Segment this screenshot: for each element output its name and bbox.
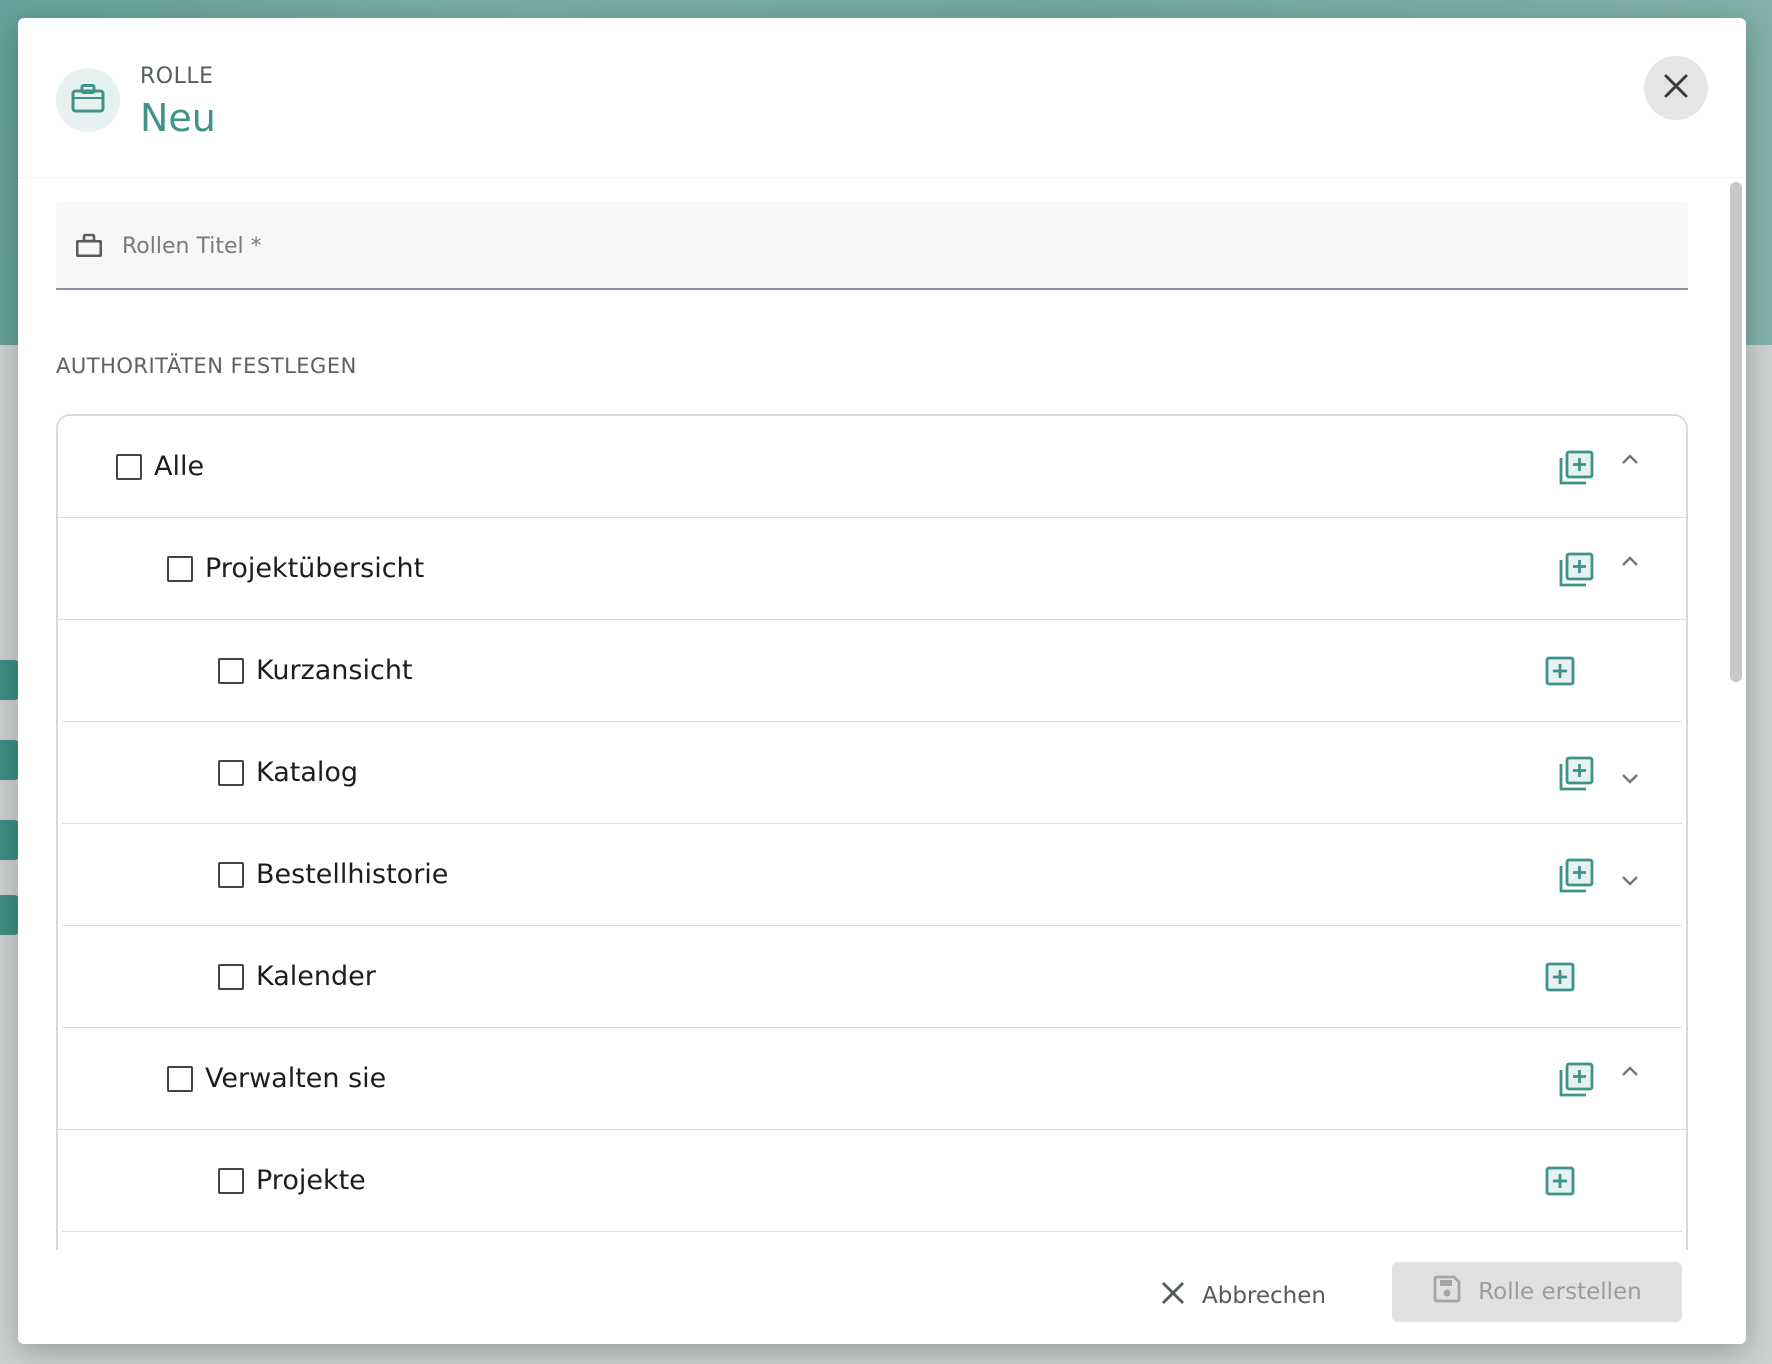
tree-row-label: Verwalten sie: [205, 1063, 387, 1094]
scrollbar-thumb[interactable]: [1730, 182, 1742, 682]
tree-row-verwalten-sie[interactable]: Verwalten sie: [58, 1028, 1686, 1130]
role-dialog: ROLLE Neu AUTHORITÄTEN FESTLEGEN: [18, 18, 1746, 1344]
close-icon: [1160, 1280, 1186, 1312]
add-box-icon[interactable]: [1545, 656, 1575, 690]
checkbox-kalender[interactable]: [218, 963, 244, 990]
tree-row-alle[interactable]: Alle: [58, 416, 1686, 518]
tree-row-label: Alle: [154, 451, 205, 482]
tree-row-kurzansicht[interactable]: Kurzansicht: [62, 620, 1682, 722]
tree-row-label: Projektübersicht: [205, 553, 425, 584]
checkbox-projekte[interactable]: [218, 1167, 244, 1194]
checkbox-bestellhistorie[interactable]: [218, 861, 244, 888]
tree-row-label: Kalender: [256, 961, 376, 992]
briefcase-icon: [71, 83, 105, 117]
add-multiple-icon[interactable]: [1558, 450, 1594, 490]
authority-tree: Alle Projektübersicht Kurzansicht Katalo…: [56, 414, 1688, 1250]
tree-row-bestellhistorie[interactable]: Bestellhistorie: [62, 824, 1682, 926]
checkbox-alle[interactable]: [116, 453, 142, 480]
close-button[interactable]: [1644, 56, 1708, 120]
chevron-down-icon[interactable]: [1618, 770, 1642, 790]
cancel-button-label: Abbrechen: [1202, 1283, 1326, 1309]
tree-row-kalender[interactable]: Kalender: [62, 926, 1682, 1028]
checkbox-katalog[interactable]: [218, 759, 244, 786]
dialog-header: ROLLE Neu: [18, 18, 1746, 178]
create-role-button[interactable]: Rolle erstellen: [1392, 1262, 1682, 1322]
add-multiple-icon[interactable]: [1558, 552, 1594, 592]
tree-row-label: Kurzansicht: [256, 655, 413, 686]
role-title-field[interactable]: [56, 202, 1688, 290]
chevron-up-icon[interactable]: [1618, 554, 1642, 574]
add-multiple-icon[interactable]: [1558, 756, 1594, 796]
tree-row-label: Projekte: [256, 1165, 366, 1196]
tree-row-katalog[interactable]: Katalog: [62, 722, 1682, 824]
dialog-content: AUTHORITÄTEN FESTLEGEN Alle: [18, 178, 1746, 1250]
checkbox-verwalten-sie[interactable]: [167, 1065, 193, 1092]
tree-row[interactable]: [62, 1232, 1682, 1250]
dialog-footer: Abbrechen Rolle erstellen: [18, 1250, 1746, 1344]
chevron-up-icon[interactable]: [1618, 452, 1642, 472]
tree-row-projektuebersicht[interactable]: Projektübersicht: [58, 518, 1686, 620]
dialog-title: Neu: [140, 96, 216, 140]
chevron-up-icon[interactable]: [1618, 1064, 1642, 1084]
tree-row-label: Bestellhistorie: [256, 859, 449, 890]
checkbox-projektuebersicht[interactable]: [167, 555, 193, 582]
role-title-input[interactable]: [122, 222, 1662, 270]
dialog-overline: ROLLE: [140, 64, 214, 89]
chevron-down-icon[interactable]: [1618, 872, 1642, 892]
close-icon: [1663, 73, 1689, 103]
add-multiple-icon[interactable]: [1558, 858, 1594, 898]
briefcase-icon: [74, 233, 104, 263]
tree-row-label: Katalog: [256, 757, 359, 788]
add-multiple-icon[interactable]: [1558, 1062, 1594, 1102]
section-heading: AUTHORITÄTEN FESTLEGEN: [56, 354, 357, 378]
checkbox-kurzansicht[interactable]: [218, 657, 244, 684]
tree-row-projekte[interactable]: Projekte: [62, 1130, 1682, 1232]
cancel-button[interactable]: Abbrechen: [1154, 1268, 1332, 1324]
add-box-icon[interactable]: [1545, 1166, 1575, 1200]
create-role-button-label: Rolle erstellen: [1478, 1279, 1642, 1305]
add-box-icon[interactable]: [1545, 962, 1575, 996]
role-avatar: [56, 68, 120, 132]
save-icon: [1432, 1274, 1462, 1310]
